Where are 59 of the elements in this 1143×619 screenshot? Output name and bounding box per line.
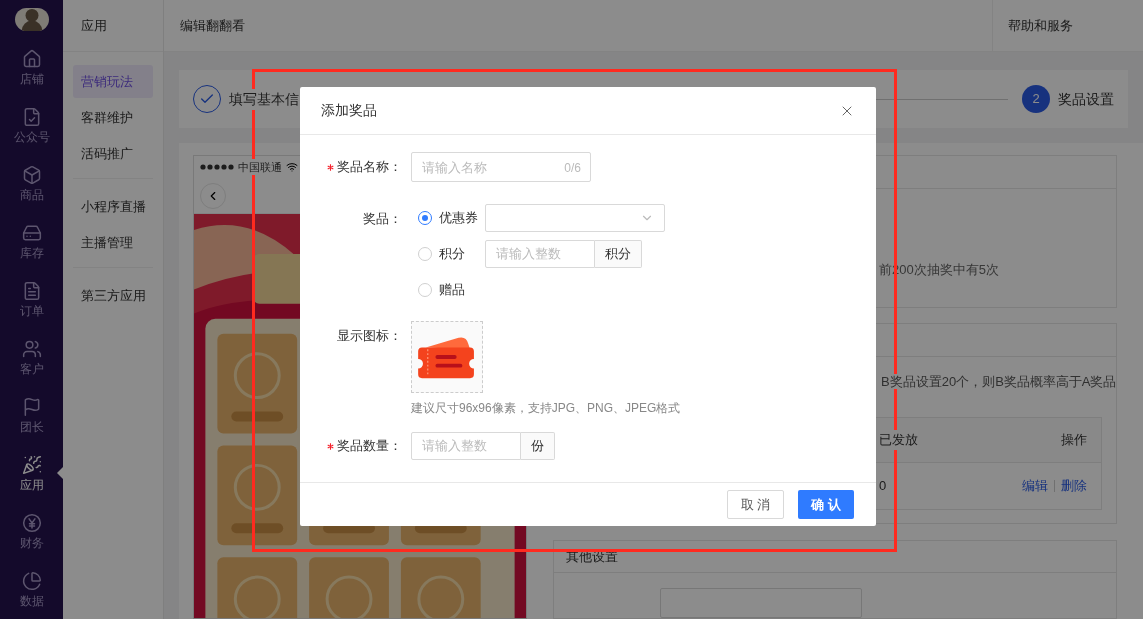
- submenu-item[interactable]: 第三方应用: [73, 279, 153, 312]
- field-label: 奖品名称：: [337, 158, 402, 177]
- required-icon: [327, 163, 334, 171]
- points-input[interactable]: 请输入整数: [485, 240, 595, 268]
- step-number: 2: [1022, 85, 1050, 113]
- quantity-input[interactable]: 请输入整数: [411, 432, 521, 460]
- nav-item[interactable]: 库存: [0, 213, 63, 271]
- party-popper-icon: [21, 455, 42, 475]
- pie-chart-icon: [21, 571, 42, 591]
- hint-text: 建议尺寸96x96像素，支持JPG、PNG、JPEG格式: [411, 400, 681, 417]
- unit-addon: 份: [521, 432, 555, 460]
- coupon-select[interactable]: [485, 204, 665, 232]
- column-header: 已发放: [879, 430, 918, 450]
- step-label: 填写基本信: [229, 88, 299, 110]
- radio-label[interactable]: 优惠券: [439, 208, 478, 228]
- avatar[interactable]: [14, 8, 49, 31]
- dialog-title: 添加奖品: [321, 101, 377, 120]
- signal-icon: [200, 164, 234, 170]
- field-label: 显示图标：: [337, 327, 402, 346]
- radio-label[interactable]: 积分: [439, 244, 465, 264]
- yen-icon: [21, 513, 42, 533]
- submenu-item[interactable]: 客群维护: [73, 101, 153, 134]
- radio-label[interactable]: 赠品: [439, 280, 465, 300]
- table-cell-text: 0: [879, 477, 887, 496]
- column-header: 操作: [1061, 431, 1088, 450]
- required-icon: [327, 442, 334, 450]
- confirm-button[interactable]: 确 认: [798, 490, 854, 519]
- wifi-icon: [286, 161, 298, 173]
- nav-item[interactable]: 客户: [0, 329, 63, 387]
- drive-icon: [21, 223, 42, 243]
- field-label: 奖品：: [363, 210, 402, 229]
- cancel-button[interactable]: 取 消: [726, 490, 785, 519]
- character-counter: 0/6: [564, 160, 581, 177]
- nav-item[interactable]: 商品: [0, 155, 63, 213]
- carrier-text: 中国联通: [238, 158, 282, 176]
- submenu-title: 应用: [81, 16, 107, 35]
- submenu-item[interactable]: 营销玩法: [73, 65, 153, 98]
- submenu-item[interactable]: 活码推广: [73, 137, 153, 170]
- step-label: 奖品设置: [1058, 89, 1114, 109]
- nav-item[interactable]: 公众号: [0, 97, 63, 155]
- upload-box[interactable]: [411, 321, 483, 393]
- nav-item[interactable]: 团长: [0, 387, 63, 445]
- submenu-item[interactable]: 主播管理: [73, 226, 153, 259]
- page-title: 编辑翻翻看: [180, 16, 245, 35]
- nav-item[interactable]: 数据: [0, 561, 63, 619]
- box-icon: [21, 165, 42, 185]
- nav-item[interactable]: 店铺: [0, 39, 63, 97]
- help-link[interactable]: 帮助和服务: [1008, 15, 1073, 36]
- user-icon: [21, 339, 42, 359]
- unit-addon: 积分: [595, 240, 642, 268]
- field-label: 奖品数量：: [337, 437, 402, 456]
- action-link[interactable]: 删除: [1061, 476, 1088, 496]
- submenu-item[interactable]: 小程序直播: [73, 190, 153, 223]
- nav-item[interactable]: 订单: [0, 271, 63, 329]
- home-icon: [21, 49, 42, 69]
- action-link[interactable]: 编辑: [1022, 476, 1049, 496]
- description-text: B奖品设置20个，则B奖品概率高于A奖品: [881, 373, 1117, 389]
- radio-button[interactable]: [418, 211, 432, 225]
- nav-item[interactable]: 财务: [0, 503, 63, 561]
